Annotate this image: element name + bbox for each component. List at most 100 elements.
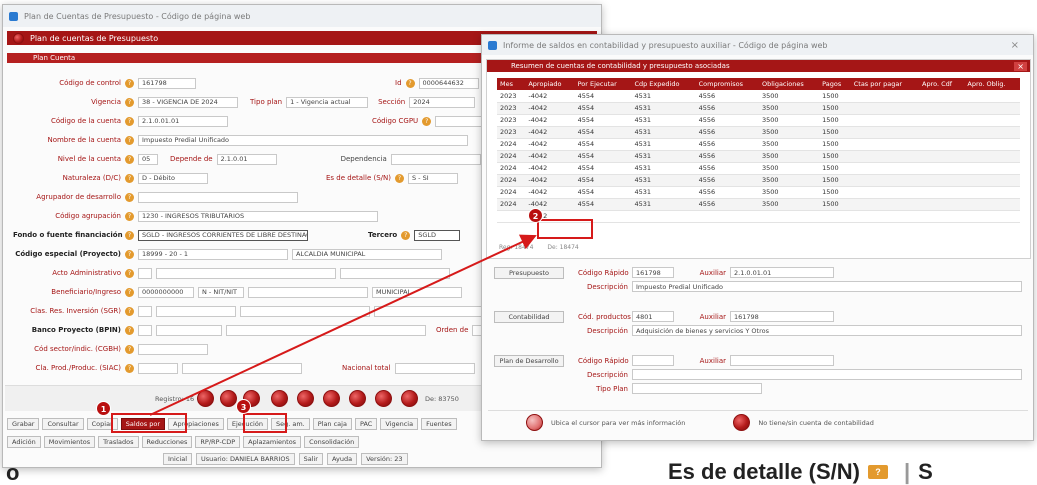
- dependencia-input[interactable]: [390, 153, 481, 165]
- column-header[interactable]: Cdp Expedido: [631, 78, 696, 90]
- clas-inversion-2[interactable]: [156, 305, 236, 317]
- table-row[interactable]: 2023 -4042 4554 4531 4556 3500 1500: [497, 102, 1020, 115]
- help-icon[interactable]: ?: [405, 78, 415, 88]
- table-row[interactable]: 2024 -4042 4554 4531 4556 3500 1500: [497, 138, 1020, 151]
- group-code-input[interactable]: [632, 355, 674, 366]
- bottom-tab[interactable]: Aplazamientos: [243, 436, 302, 448]
- help-icon[interactable]: ?: [125, 249, 134, 259]
- toolbar-button[interactable]: Consultar: [42, 418, 84, 430]
- nombre-cuenta-input[interactable]: Impuesto Predial Unificado: [138, 134, 468, 146]
- codigo-especial-input[interactable]: 18999 - 20 - 1: [138, 248, 288, 260]
- toolbar-button[interactable]: Grabar: [7, 418, 40, 430]
- group-button[interactable]: Contabilidad: [494, 311, 564, 323]
- group-desc-input[interactable]: Impuesto Predial Unificado: [632, 281, 1022, 292]
- help-icon[interactable]: ?: [401, 230, 411, 240]
- group-button[interactable]: Presupuesto: [494, 267, 564, 279]
- table-row[interactable]: 2024 -4042 4554 4531 4556 3500 1500: [497, 186, 1020, 199]
- help-icon[interactable]: ?: [125, 306, 134, 316]
- help-icon[interactable]: ?: [125, 211, 134, 221]
- bottom-tab[interactable]: Adición: [7, 436, 41, 448]
- help-icon[interactable]: ?: [125, 116, 134, 126]
- column-header[interactable]: Obligaciones: [758, 78, 820, 90]
- acto-input-3[interactable]: [340, 267, 450, 279]
- column-header[interactable]: Compromisos: [695, 78, 759, 90]
- clas-inversion-3[interactable]: [240, 305, 370, 317]
- bottom-tab[interactable]: Traslados: [98, 436, 139, 448]
- toolbar-button[interactable]: Vigencia: [380, 418, 419, 430]
- group-desc-input[interactable]: [632, 369, 1022, 380]
- seccion-input[interactable]: 2024: [409, 96, 476, 108]
- bottom-tab[interactable]: RP/RP-CDP: [195, 436, 241, 448]
- depende-de-input[interactable]: 2.1.0.01: [216, 153, 277, 165]
- es-detalle-select[interactable]: S - SI: [407, 172, 458, 184]
- acto-input[interactable]: [138, 267, 152, 279]
- save-record-button[interactable]: [375, 390, 392, 407]
- toolbar-button[interactable]: PAC: [354, 418, 378, 430]
- table-row[interactable]: 2024 -4042 4554 4531 4556 3500 1500: [497, 198, 1020, 211]
- column-header[interactable]: Mes: [497, 78, 526, 90]
- column-header[interactable]: Ctas por pagar: [850, 78, 919, 90]
- new-record-button[interactable]: [349, 390, 366, 407]
- table-row[interactable]: 2023 -4042 4554 4531 4556 3500 1500: [497, 126, 1020, 139]
- tipo-plan-select[interactable]: 1 - Vigencia actual: [286, 96, 369, 108]
- group-code-input[interactable]: 161798: [632, 267, 674, 278]
- acto-input-2[interactable]: [156, 267, 336, 279]
- column-header[interactable]: Por Ejecutar: [574, 78, 632, 90]
- beneficiario-input[interactable]: 0000000000: [138, 286, 194, 298]
- banco-proyecto-3[interactable]: [226, 324, 426, 336]
- clas-inversion-4[interactable]: [374, 305, 484, 317]
- nivel-cuenta-input[interactable]: 05: [138, 153, 158, 165]
- bottom-tab[interactable]: Consolidación: [304, 436, 360, 448]
- table-row[interactable]: 2024 -4042 4554 4531 4556 3500 1500: [497, 162, 1020, 175]
- help-icon[interactable]: ?: [125, 230, 134, 240]
- codigo-control-input[interactable]: 161798: [138, 77, 196, 89]
- column-header[interactable]: Pagos: [819, 78, 851, 90]
- nacional-total-input[interactable]: [394, 362, 475, 374]
- cod-sector-input[interactable]: [138, 343, 208, 355]
- vigencia-select[interactable]: 38 - VIGENCIA DE 2024: [138, 96, 238, 108]
- table-row[interactable]: 2023 -4042 4554 4531 4556 3500 1500: [497, 114, 1020, 127]
- next-record-button[interactable]: [271, 390, 288, 407]
- group-code-input[interactable]: 4801: [632, 311, 674, 322]
- banco-proyecto-2[interactable]: [156, 324, 222, 336]
- codigo-cgpu-input[interactable]: [435, 115, 486, 127]
- group-aux-input[interactable]: [730, 355, 834, 366]
- beneficiario-extra[interactable]: [248, 286, 368, 298]
- beneficiario-tipo[interactable]: N - NIT/NIT: [198, 286, 244, 298]
- table-row[interactable]: 2023 -4042 4554 4531 4556 3500 1500: [497, 90, 1020, 103]
- help-icon[interactable]: ?: [394, 173, 404, 183]
- delete-record-button[interactable]: [401, 390, 418, 407]
- table-row[interactable]: 2024 -4042 4554 4531 4556 3500 1500: [497, 174, 1020, 187]
- help-icon[interactable]: ?: [125, 154, 134, 164]
- naturaleza-select[interactable]: D - Débito: [138, 172, 208, 184]
- first-record-button[interactable]: [197, 390, 214, 407]
- close-icon[interactable]: ×: [1011, 40, 1019, 51]
- help-icon[interactable]: ?: [125, 325, 134, 335]
- tercero-input[interactable]: SGLD: [414, 229, 461, 241]
- help-icon[interactable]: ?: [125, 192, 134, 202]
- group-desc-input[interactable]: Adquisición de bienes y servicios Y Otro…: [632, 325, 1022, 336]
- clas-inversion-input[interactable]: [138, 305, 152, 317]
- column-header[interactable]: Apro. Oblig.: [964, 78, 1020, 90]
- group-type-input[interactable]: [632, 383, 762, 394]
- column-header[interactable]: Apro. Cdf: [919, 78, 965, 90]
- banco-proyecto-input[interactable]: [138, 324, 152, 336]
- prev-page-button[interactable]: [220, 390, 237, 407]
- help-icon[interactable]: ?: [125, 268, 134, 278]
- group-aux-input[interactable]: 2.1.0.01.01: [730, 267, 834, 278]
- help-icon[interactable]: ?: [125, 287, 134, 297]
- clas-prod-input[interactable]: [138, 362, 178, 374]
- close-icon[interactable]: ×: [1014, 61, 1027, 71]
- group-aux-input[interactable]: 161798: [730, 311, 834, 322]
- help-icon[interactable]: ?: [422, 116, 432, 126]
- table-row[interactable]: 2024 -4042 4554 4531 4556 3500 1500: [497, 150, 1020, 163]
- codigo-cuenta-input[interactable]: 2.1.0.01.01: [138, 115, 228, 127]
- id-input[interactable]: 0000644632: [418, 77, 479, 89]
- help-icon[interactable]: ?: [125, 78, 134, 88]
- help-icon[interactable]: ?: [125, 135, 134, 145]
- agrupador-input[interactable]: [138, 191, 298, 203]
- help-icon[interactable]: ?: [125, 363, 134, 373]
- clas-prod-2[interactable]: [182, 362, 302, 374]
- bottom-tab[interactable]: Movimientos: [43, 436, 96, 448]
- bottom-tab[interactable]: Reducciones: [141, 436, 193, 448]
